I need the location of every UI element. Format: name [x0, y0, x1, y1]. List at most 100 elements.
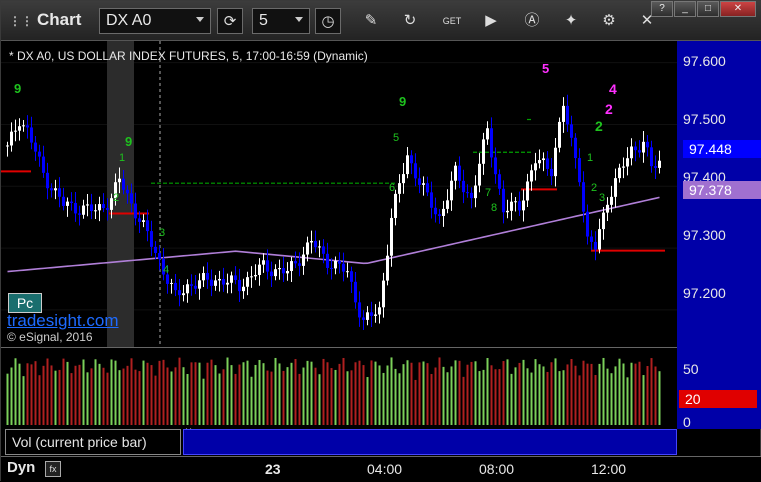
volume-bar — [246, 360, 249, 425]
text-icon[interactable]: Ⓐ — [519, 8, 545, 34]
candle-body — [366, 312, 369, 320]
refresh-icon[interactable]: ⟳ — [217, 8, 243, 34]
candle-body — [174, 282, 177, 291]
pc-badge[interactable]: Pc — [8, 293, 42, 313]
volume-bar — [250, 376, 253, 425]
volume-bar — [254, 364, 257, 425]
volume-bar — [502, 361, 505, 425]
volume-bar — [654, 366, 657, 425]
candle-body — [610, 196, 613, 205]
candle-body — [538, 160, 541, 164]
volume-bar — [590, 363, 593, 425]
volume-bar — [310, 361, 313, 425]
candle-body — [658, 160, 661, 168]
volume-bar — [638, 361, 641, 425]
candle-body — [434, 207, 437, 215]
volume-bar — [326, 362, 329, 425]
volume-bar — [450, 366, 453, 425]
candle-body — [498, 174, 501, 189]
candle-body — [410, 155, 413, 164]
setup-count-digit: 2 — [591, 182, 597, 194]
grip-icon[interactable]: ⋮⋮ — [9, 14, 33, 28]
pencil-icon[interactable]: ✎ — [358, 8, 384, 34]
candle-body — [102, 204, 105, 209]
candle-body — [250, 276, 253, 278]
volume-bar — [562, 370, 565, 425]
candle-body — [450, 180, 453, 201]
price-chart[interactable]: 9995422123456 78123 — [1, 41, 677, 347]
candle-body — [318, 246, 321, 248]
volume-bar — [302, 367, 305, 425]
candle-body — [382, 280, 385, 308]
volume-bar — [574, 365, 577, 425]
candle-body — [442, 208, 445, 216]
candle-body — [486, 128, 489, 140]
volume-bar — [314, 367, 317, 425]
volume-bar — [354, 362, 357, 425]
candle-body — [270, 271, 273, 277]
candle-body — [70, 201, 73, 203]
candle-body — [502, 188, 505, 213]
candle-body — [126, 189, 129, 194]
candle-body — [122, 178, 125, 190]
volume-bar — [46, 358, 49, 425]
volume-chart[interactable] — [1, 347, 677, 429]
candle-body — [38, 151, 41, 157]
chevron-down-icon[interactable] — [295, 17, 303, 22]
candle-body — [138, 218, 141, 222]
volume-bar — [126, 365, 129, 425]
tag-icon[interactable]: ✦ — [558, 8, 584, 34]
volume-bar — [366, 377, 369, 425]
volume-bar — [210, 359, 213, 425]
help-button[interactable]: ? — [651, 1, 673, 17]
copyright-text: © eSignal, 2016 — [7, 330, 93, 344]
window-close-button[interactable]: ✕ — [720, 1, 756, 17]
volume-bar — [38, 375, 41, 425]
setup-count-digit: 7 — [485, 187, 491, 199]
volume-bar — [558, 371, 561, 425]
candle-body — [358, 302, 361, 318]
interval-input[interactable]: 5 — [252, 8, 310, 34]
candle-body — [54, 188, 57, 191]
candle-body — [302, 254, 305, 266]
minimize-button[interactable]: _ — [674, 1, 696, 17]
volume-bar — [530, 372, 533, 425]
volume-bar — [406, 360, 409, 425]
candle-body — [642, 141, 645, 153]
candle-body — [50, 188, 53, 191]
candle-body — [594, 241, 597, 250]
volume-bar — [118, 370, 121, 425]
chevron-down-icon[interactable] — [196, 17, 204, 22]
volume-bar — [42, 365, 45, 425]
cycle-icon[interactable]: ↻ — [397, 8, 423, 34]
scale-icon[interactable]: fx — [45, 461, 61, 477]
get-icon[interactable]: GET — [439, 8, 465, 34]
candle-body — [26, 125, 29, 128]
gear-icon[interactable]: ⚙ — [596, 8, 622, 34]
candle-body — [646, 141, 649, 148]
volume-bar — [490, 365, 493, 425]
time-axis[interactable]: Dyn fx 23 04:00 08:00 12:00 — [1, 456, 761, 482]
clock-icon[interactable]: ◷ — [315, 8, 341, 34]
candle-body — [234, 275, 237, 280]
candle-body — [314, 241, 317, 248]
candle-body — [550, 168, 553, 177]
volume-bar — [154, 375, 157, 425]
volume-tick: 50 — [683, 361, 699, 377]
candle-body — [238, 279, 241, 292]
volume-bar — [506, 359, 509, 425]
time-tick: 23 — [265, 461, 281, 477]
volume-bar — [594, 374, 597, 425]
volume-bar — [282, 370, 285, 425]
volume-bar — [98, 363, 101, 425]
candle-body — [198, 280, 201, 289]
candle-body — [570, 124, 573, 138]
play-icon[interactable]: ▶ — [478, 8, 504, 34]
symbol-input[interactable]: DX A0 — [99, 8, 211, 34]
setup-count-label: 9 — [14, 81, 21, 96]
volume-bar — [130, 358, 133, 425]
volume-bar — [442, 366, 445, 425]
candle-body — [346, 271, 349, 273]
maximize-button[interactable]: □ — [697, 1, 719, 17]
candle-body — [142, 220, 145, 222]
